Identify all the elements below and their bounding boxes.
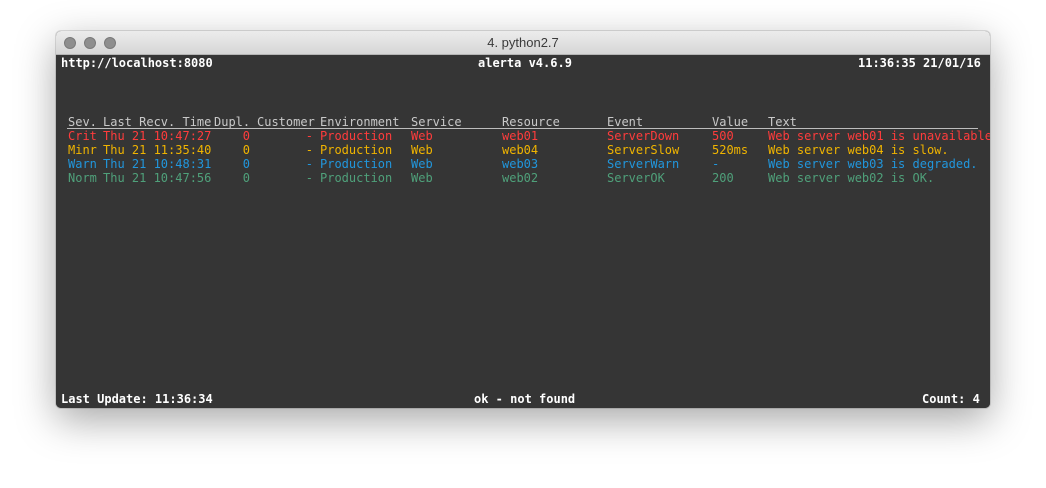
resource-cell: web03	[502, 157, 539, 171]
environment-cell: Production	[320, 143, 393, 157]
app-version: alerta v4.6.9	[478, 56, 572, 70]
column-duplicates: Dupl.	[214, 115, 251, 129]
time-cell: Thu 21 10:48:31	[103, 157, 212, 171]
customer-cell: -	[305, 143, 313, 157]
resource-cell: web04	[502, 143, 539, 157]
column-environment: Environment	[320, 115, 400, 129]
severity-cell: Warn	[68, 157, 97, 171]
text-cell: Web server web02 is OK.	[768, 171, 935, 185]
duplicate-count-cell: 0	[242, 171, 250, 185]
environment-cell: Production	[320, 129, 393, 143]
environment-cell: Production	[320, 157, 393, 171]
customer-cell: -	[305, 157, 313, 171]
terminal-screen[interactable]: http://localhost:8080 alerta v4.6.9 11:3…	[56, 55, 990, 408]
clock: 11:36:35 21/01/16	[858, 56, 981, 70]
terminal-window: 4. python2.7 http://localhost:8080 alert…	[56, 31, 990, 408]
column-last-recv-time: Last Recv. Time	[103, 115, 212, 129]
resource-cell: web01	[502, 129, 539, 143]
column-text: Text	[768, 115, 797, 129]
text-cell: Web server web04 is slow.	[768, 143, 949, 157]
severity-cell: Minr	[68, 143, 97, 157]
column-event: Event	[607, 115, 644, 129]
window-title: 4. python2.7	[487, 35, 559, 50]
severity-cell: Norm	[68, 171, 97, 185]
column-service: Service	[411, 115, 462, 129]
service-cell: Web	[411, 157, 433, 171]
title-bar[interactable]: 4. python2.7	[56, 31, 990, 55]
column-severity: Sev.	[68, 115, 97, 129]
last-update: Last Update: 11:36:34	[61, 392, 213, 406]
duplicate-count-cell: 0	[242, 157, 250, 171]
column-customer: Customer	[257, 115, 315, 129]
event-cell: ServerOK	[607, 171, 665, 185]
value-cell: 200	[712, 171, 734, 185]
event-cell: ServerSlow	[607, 143, 680, 157]
value-cell: 520ms	[712, 143, 749, 157]
text-cell: Web server web01 is unavailable	[768, 129, 990, 143]
alert-count: Count: 4	[922, 392, 980, 406]
duplicate-count-cell: 0	[242, 129, 250, 143]
event-cell: ServerWarn	[607, 157, 680, 171]
endpoint-url: http://localhost:8080	[61, 56, 213, 70]
value-cell: -	[712, 157, 720, 171]
column-value: Value	[712, 115, 749, 129]
environment-cell: Production	[320, 171, 393, 185]
column-resource: Resource	[502, 115, 560, 129]
service-cell: Web	[411, 143, 433, 157]
severity-cell: Crit	[68, 129, 97, 143]
time-cell: Thu 21 11:35:40	[103, 143, 212, 157]
text-cell: Web server web03 is degraded.	[768, 157, 978, 171]
status-message: ok - not found	[474, 392, 576, 406]
value-cell: 500	[712, 129, 734, 143]
customer-cell: -	[305, 129, 313, 143]
resource-cell: web02	[502, 171, 539, 185]
customer-cell: -	[305, 171, 313, 185]
service-cell: Web	[411, 129, 433, 143]
time-cell: Thu 21 10:47:56	[103, 171, 212, 185]
service-cell: Web	[411, 171, 433, 185]
event-cell: ServerDown	[607, 129, 680, 143]
duplicate-count-cell: 0	[242, 143, 250, 157]
time-cell: Thu 21 10:47:27	[103, 129, 212, 143]
